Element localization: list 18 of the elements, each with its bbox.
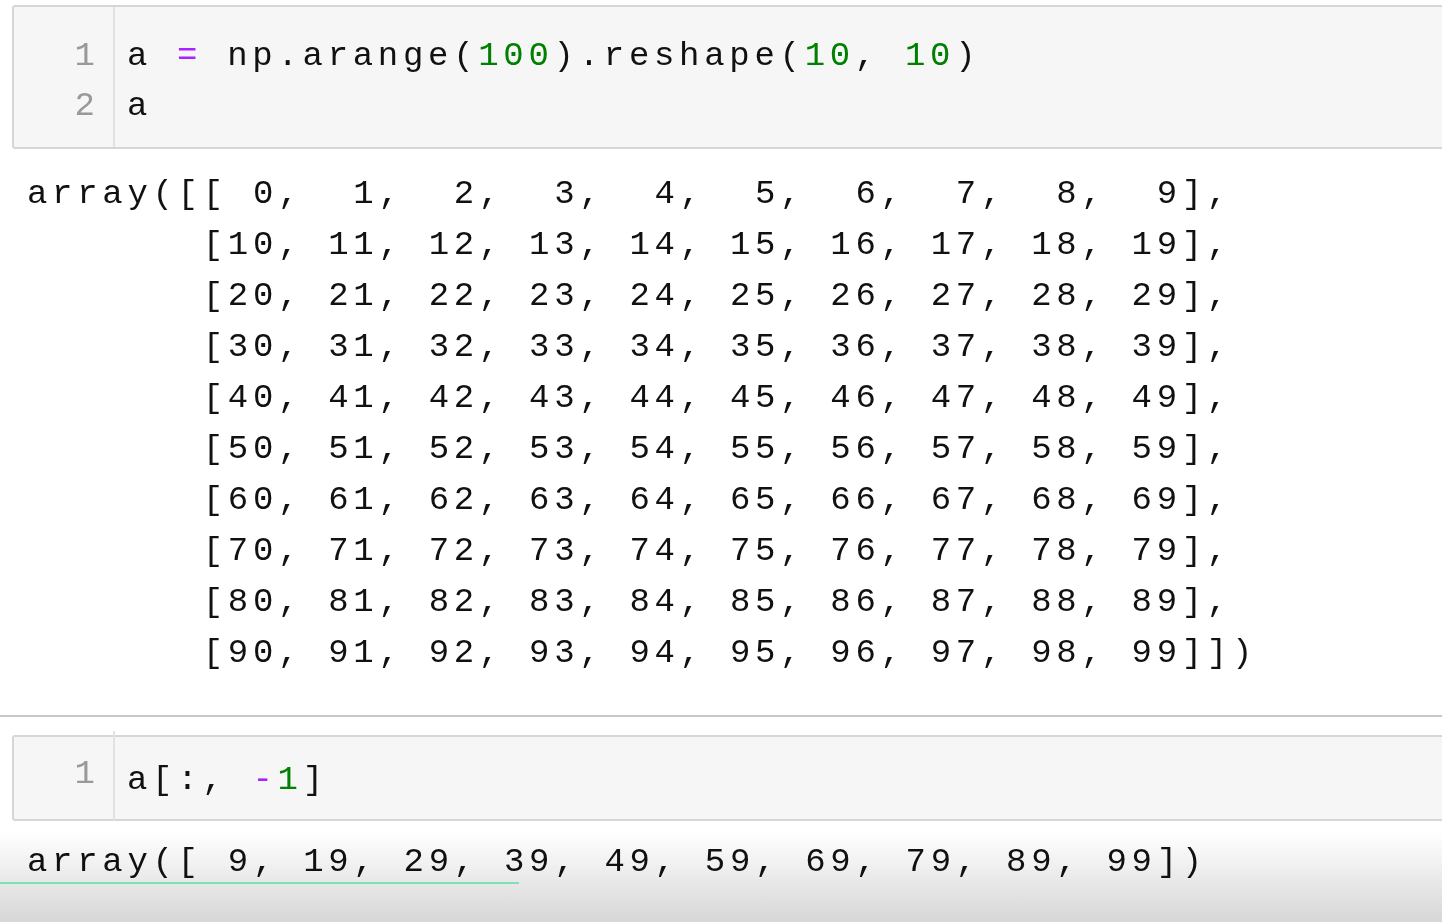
output-line: [10, 11, 12, 13, 14, 15, 16, 17, 18, 19], — [201, 225, 1232, 266]
output-line: [70, 71, 72, 73, 74, 75, 76, 77, 78, 79], — [201, 531, 1232, 572]
output-line: [40, 41, 42, 43, 44, 45, 46, 47, 48, 49], — [201, 378, 1232, 419]
output-line: [50, 51, 52, 53, 54, 55, 56, 57, 58, 59], — [201, 429, 1232, 470]
code-line: a[:, -1] — [127, 760, 328, 801]
line-number: 2 — [74, 86, 96, 127]
output-line: [90, 91, 92, 93, 94, 95, 96, 97, 98, 99]]) — [201, 633, 1258, 674]
line-number: 1 — [74, 36, 96, 77]
line-number: 1 — [74, 754, 96, 795]
code-cell[interactable]: 1 2 a = np.arange(100).reshape(10, 10) a — [12, 5, 1442, 149]
output-line: [20, 21, 22, 23, 24, 25, 26, 27, 28, 29], — [201, 276, 1232, 317]
output-line: [80, 81, 82, 83, 84, 85, 86, 87, 88, 89], — [201, 582, 1232, 623]
code-line: a — [127, 86, 154, 127]
output-line: array([ 9, 19, 29, 39, 49, 59, 69, 79, 89, 99]) — [27, 845, 1207, 880]
output-line: [30, 31, 32, 33, 34, 35, 36, 37, 38, 39], — [201, 327, 1232, 368]
code-line: a = np.arange(100).reshape(10, 10) — [127, 36, 981, 77]
output-line: [60, 61, 62, 63, 64, 65, 66, 67, 68, 69], — [201, 480, 1232, 521]
output-line: array([[ 0, 1, 2, 3, 4, 5, 6, 7, 8, 9], — [27, 174, 1232, 215]
